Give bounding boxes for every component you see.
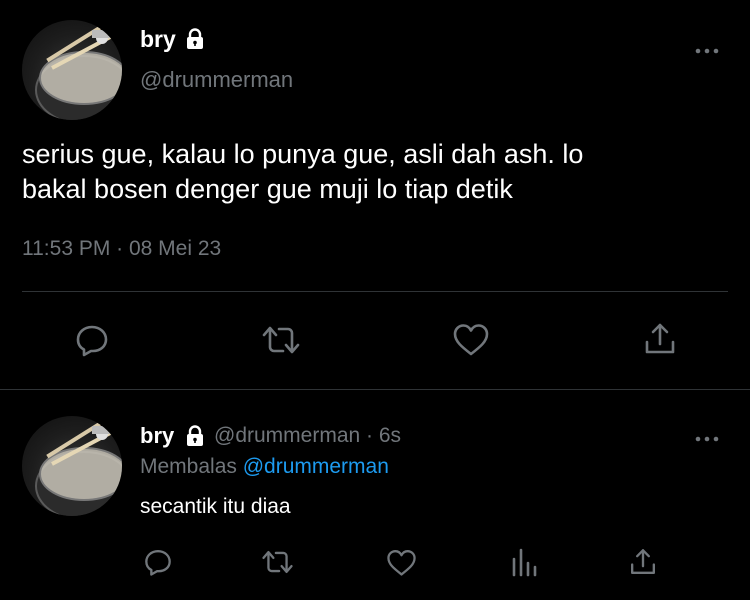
views-button[interactable] bbox=[508, 546, 540, 578]
tweet-text-line-1: serius gue, kalau lo punya gue, asli dah… bbox=[22, 139, 584, 169]
reply-button[interactable] bbox=[72, 322, 112, 358]
like-button[interactable] bbox=[385, 548, 417, 578]
like-button[interactable] bbox=[451, 322, 491, 358]
display-name[interactable]: bry bbox=[140, 423, 174, 449]
drum-avatar-image bbox=[35, 21, 122, 120]
retweet-icon bbox=[261, 548, 294, 576]
share-icon bbox=[642, 321, 678, 357]
lock-icon bbox=[184, 425, 206, 452]
drum-avatar-image bbox=[35, 417, 122, 516]
more-icon[interactable] bbox=[695, 430, 719, 448]
timestamp[interactable]: 11:53 PM · 08 Mei 23 bbox=[22, 237, 221, 261]
views-icon bbox=[510, 547, 538, 577]
divider bbox=[22, 291, 728, 292]
reply-button[interactable] bbox=[142, 546, 174, 578]
tweet-text: serius gue, kalau lo punya gue, asli dah… bbox=[22, 137, 722, 207]
section-divider bbox=[0, 389, 750, 390]
heart-icon bbox=[452, 323, 490, 357]
replying-label: Membalas bbox=[140, 455, 237, 478]
more-icon[interactable] bbox=[695, 42, 719, 60]
tweet-text: secantik itu diaa bbox=[140, 495, 291, 518]
share-button[interactable] bbox=[640, 320, 680, 358]
avatar[interactable] bbox=[22, 20, 122, 120]
time-ago[interactable]: · 6s bbox=[366, 424, 401, 447]
handle: @drummerman · 6s bbox=[214, 424, 401, 448]
replying-to: Membalas @drummerman bbox=[140, 455, 389, 479]
share-button[interactable] bbox=[626, 545, 660, 579]
reply-icon bbox=[74, 322, 110, 358]
lock-icon bbox=[184, 28, 206, 55]
heart-icon bbox=[386, 549, 417, 577]
handle-link[interactable]: @drummerman bbox=[214, 424, 360, 447]
retweet-button[interactable] bbox=[259, 547, 295, 577]
display-name[interactable]: bry bbox=[140, 26, 176, 53]
retweet-button[interactable] bbox=[259, 322, 303, 358]
replying-to-link[interactable]: @drummerman bbox=[243, 455, 389, 478]
share-icon bbox=[628, 547, 658, 577]
reply-icon bbox=[143, 547, 173, 577]
avatar[interactable] bbox=[22, 416, 122, 516]
retweet-icon bbox=[261, 323, 301, 357]
tweet-text-line-2: bakal bosen denger gue muji lo tiap deti… bbox=[22, 174, 513, 204]
handle[interactable]: @drummerman bbox=[140, 67, 293, 93]
